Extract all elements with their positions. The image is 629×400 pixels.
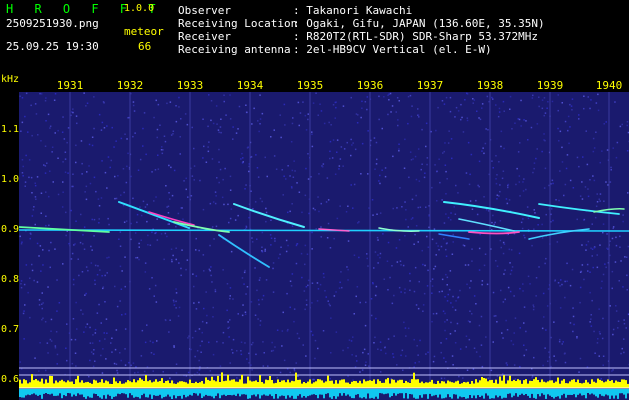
meteor-label: meteor bbox=[124, 25, 164, 38]
location-row: Receiving Location: Ogaki, Gifu, JAPAN (… bbox=[178, 17, 545, 30]
time-tick: 1932 bbox=[116, 79, 144, 92]
app-version: 1.0.0 bbox=[124, 3, 155, 14]
time-tick: 1936 bbox=[356, 79, 384, 92]
time-tick: 1937 bbox=[416, 79, 444, 92]
carrier-line bbox=[19, 229, 629, 232]
time-tick: 1935 bbox=[296, 79, 324, 92]
antenna-row: Receiving antenna: 2el-HB9CV Vertical (e… bbox=[178, 43, 492, 56]
time-tick: 1933 bbox=[176, 79, 204, 92]
freq-tick: 0.8 bbox=[1, 274, 20, 285]
station-info: Observer: Takanori Kawachi Receiving Loc… bbox=[178, 4, 545, 56]
observer-row: Observer: Takanori Kawachi bbox=[178, 4, 413, 17]
receiver-row: Receiver: R820T2(RTL-SDR) SDR-Sharp 53.3… bbox=[178, 30, 539, 43]
header: H R O F F T 1.0.0 2509251930.png 25.09.2… bbox=[0, 0, 629, 78]
freq-tick: 1.1 bbox=[1, 124, 20, 135]
time-tick: 1940 bbox=[595, 79, 623, 92]
file-datetime: 25.09.25 19:30 bbox=[6, 40, 99, 53]
file-name: 2509251930.png bbox=[6, 17, 99, 30]
freq-tick: 0.7 bbox=[1, 324, 20, 335]
time-tick: 1938 bbox=[476, 79, 504, 92]
spectrogram-background bbox=[19, 92, 629, 400]
freq-unit-label: kHz bbox=[1, 74, 20, 85]
time-tick: 1934 bbox=[236, 79, 264, 92]
time-tick: 1939 bbox=[536, 79, 564, 92]
meteor-count: 66 bbox=[138, 40, 152, 53]
time-tick: 1931 bbox=[56, 79, 84, 92]
freq-tick: 1.0 bbox=[1, 174, 20, 185]
freq-tick: 0.9 bbox=[1, 224, 20, 235]
spectrogram bbox=[19, 92, 629, 400]
freq-tick: 0.6 bbox=[1, 374, 20, 385]
